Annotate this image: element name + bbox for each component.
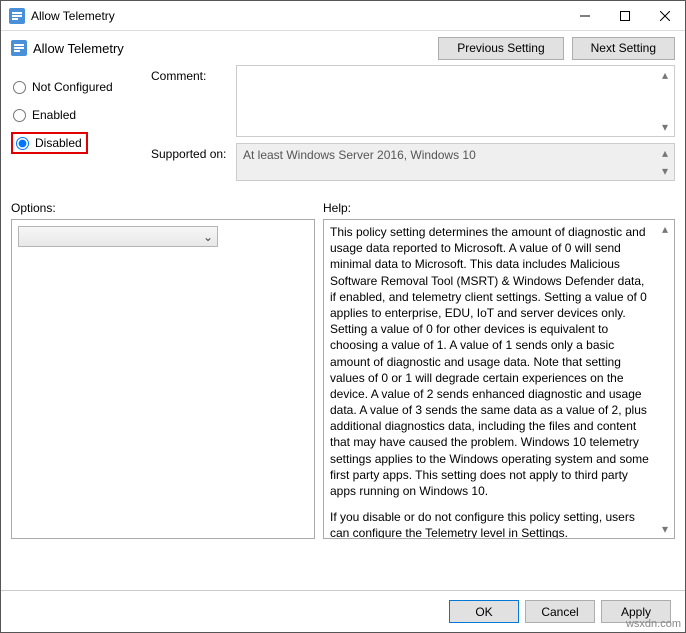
watermark: wsxdn.com <box>626 618 681 630</box>
radio-disabled[interactable]: Disabled <box>11 132 88 154</box>
help-text: This policy setting determines the amoun… <box>324 220 656 538</box>
radio-enabled-input[interactable] <box>13 109 26 122</box>
options-dropdown[interactable]: ⌄ <box>18 226 218 247</box>
close-button[interactable] <box>645 1 685 30</box>
radio-label: Not Configured <box>32 80 113 94</box>
window-title: Allow Telemetry <box>31 9 565 23</box>
ok-button[interactable]: OK <box>449 600 519 623</box>
help-paragraph: This policy setting determines the amoun… <box>330 224 650 499</box>
help-paragraph: If you disable or do not configure this … <box>330 509 650 538</box>
header: Allow Telemetry Previous Setting Next Se… <box>1 31 685 65</box>
radio-label: Enabled <box>32 108 76 122</box>
previous-setting-button[interactable]: Previous Setting <box>438 37 563 60</box>
help-panel: This policy setting determines the amoun… <box>323 219 675 539</box>
cancel-button[interactable]: Cancel <box>525 600 595 623</box>
scroll-down-icon[interactable]: ▾ <box>662 120 668 134</box>
page-title: Allow Telemetry <box>33 41 430 56</box>
scroll-up-icon[interactable]: ▴ <box>662 68 668 82</box>
chevron-down-icon: ⌄ <box>203 230 213 244</box>
maximize-button[interactable] <box>605 1 645 30</box>
radio-not-configured[interactable]: Not Configured <box>11 75 151 99</box>
comment-field[interactable]: ▴ ▾ <box>236 65 675 137</box>
scroll-up-icon: ▴ <box>662 146 668 160</box>
state-radios: Not Configured Enabled Disabled <box>11 65 151 187</box>
scroll-down-icon: ▾ <box>662 164 668 178</box>
dialog-buttons: OK Cancel Apply <box>1 590 685 632</box>
scrollbar: ▴ ▾ <box>656 144 674 180</box>
radio-enabled[interactable]: Enabled <box>11 103 151 127</box>
radio-disabled-row: Disabled <box>11 131 151 155</box>
comment-label: Comment: <box>151 65 236 137</box>
options-panel: ⌄ <box>11 219 315 539</box>
supported-label: Supported on: <box>151 143 236 181</box>
comment-textarea[interactable] <box>237 66 656 136</box>
supported-on-field: At least Windows Server 2016, Windows 10… <box>236 143 675 181</box>
scroll-down-icon[interactable]: ▾ <box>662 522 668 536</box>
app-icon <box>9 8 25 24</box>
minimize-button[interactable] <box>565 1 605 30</box>
help-label: Help: <box>323 201 351 215</box>
title-bar: Allow Telemetry <box>1 1 685 31</box>
supported-on-value: At least Windows Server 2016, Windows 10 <box>237 144 656 180</box>
options-label: Options: <box>11 201 323 215</box>
next-setting-button[interactable]: Next Setting <box>572 37 675 60</box>
scrollbar[interactable]: ▴ ▾ <box>656 220 674 538</box>
scroll-up-icon[interactable]: ▴ <box>662 222 668 236</box>
scrollbar[interactable]: ▴ ▾ <box>656 66 674 136</box>
policy-icon <box>11 40 27 56</box>
radio-disabled-input[interactable] <box>16 137 29 150</box>
radio-label: Disabled <box>35 136 82 150</box>
radio-not-configured-input[interactable] <box>13 81 26 94</box>
